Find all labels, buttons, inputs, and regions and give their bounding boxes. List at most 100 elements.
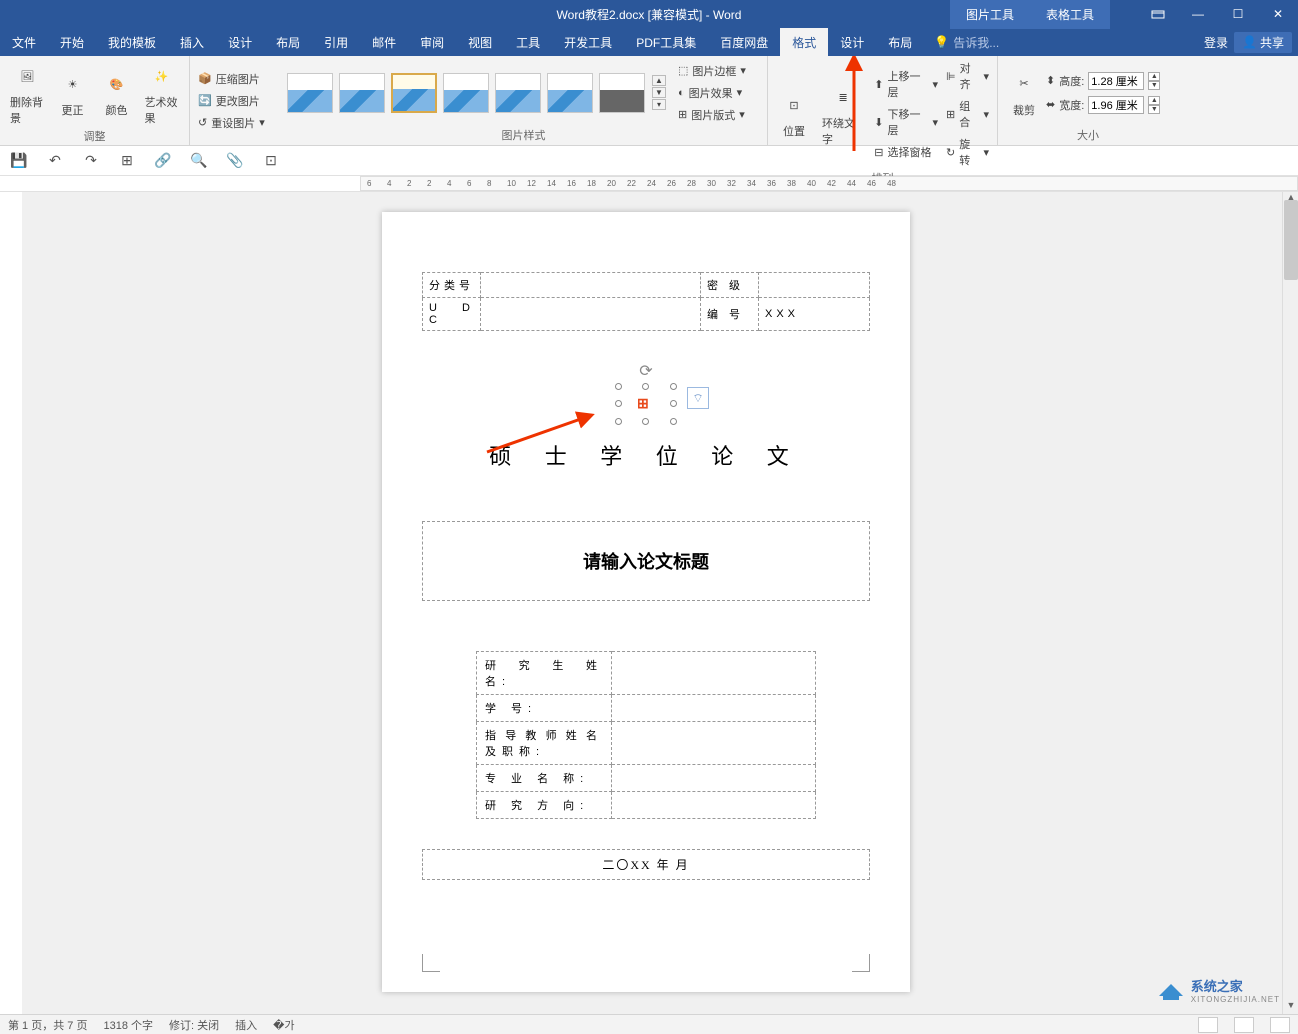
word-count[interactable]: 1318 个字: [103, 1017, 153, 1033]
info-id[interactable]: 学 号:: [477, 695, 612, 722]
view-print[interactable]: [1234, 1017, 1254, 1033]
width-down[interactable]: ▼: [1148, 105, 1160, 114]
rotate-button[interactable]: ↻ 旋转 ▾: [942, 134, 993, 170]
tab-pdf[interactable]: PDF工具集: [624, 28, 708, 56]
reset-picture-button[interactable]: ↺ 重设图片 ▾: [194, 113, 269, 133]
tab-file[interactable]: 文件: [0, 28, 48, 56]
resize-handle[interactable]: [642, 418, 649, 425]
info-major-val[interactable]: [612, 765, 816, 792]
selection-pane-button[interactable]: ⊟ 选择窗格: [870, 142, 942, 162]
tab-layout2[interactable]: 布局: [876, 28, 924, 56]
info-name[interactable]: 研 究 生 姓 名:: [477, 652, 612, 695]
date-line[interactable]: 二〇XX 年 月: [422, 849, 870, 880]
scroll-down-arrow[interactable]: ▼: [1284, 1000, 1298, 1014]
cell-number-value[interactable]: XXX: [759, 298, 870, 331]
layout-options-icon[interactable]: ⌔: [687, 387, 709, 409]
qat-btn-7[interactable]: 📎: [226, 152, 244, 170]
tab-mytemplate[interactable]: 我的模板: [96, 28, 168, 56]
corrections-button[interactable]: ☀更正: [51, 66, 95, 120]
minimize-button[interactable]: —: [1178, 0, 1218, 28]
styles-more-button[interactable]: ▾: [652, 99, 666, 110]
resize-handle[interactable]: [615, 400, 622, 407]
height-up[interactable]: ▲: [1148, 72, 1160, 81]
picture-style-1[interactable]: [287, 73, 333, 113]
info-major[interactable]: 专 业 名 称:: [477, 765, 612, 792]
artistic-effects-button[interactable]: ✨艺术效果: [139, 58, 186, 128]
login-link[interactable]: 登录: [1204, 34, 1228, 51]
view-readmode[interactable]: [1198, 1017, 1218, 1033]
align-button[interactable]: ⊫ 对齐 ▾: [942, 58, 993, 94]
info-name-val[interactable]: [612, 652, 816, 695]
resize-handle[interactable]: [642, 383, 649, 390]
horizontal-ruler[interactable]: 6422468101214161820222426283032343638404…: [0, 176, 1298, 192]
close-button[interactable]: ✕: [1258, 0, 1298, 28]
thesis-subtitle-box[interactable]: 请输入论文标题: [422, 521, 870, 601]
save-button[interactable]: 💾: [10, 152, 28, 170]
qat-btn-5[interactable]: 🔗: [154, 152, 172, 170]
cell-classify[interactable]: 分类号: [423, 273, 481, 298]
picture-style-5[interactable]: [495, 73, 541, 113]
picture-tools-tab[interactable]: 图片工具: [950, 0, 1030, 29]
selected-picture[interactable]: ⟳ ⊞ ⌔: [611, 361, 681, 421]
tab-references[interactable]: 引用: [312, 28, 360, 56]
tell-me-search[interactable]: 💡 告诉我...: [924, 28, 1009, 56]
undo-button[interactable]: ↶: [46, 152, 64, 170]
picture-layout-button[interactable]: ⊞ 图片版式 ▾: [674, 105, 750, 125]
picture-border-button[interactable]: ⬚ 图片边框 ▾: [674, 61, 750, 81]
picture-style-6[interactable]: [547, 73, 593, 113]
cell-number[interactable]: 编 号: [701, 298, 759, 331]
ribbon-options-button[interactable]: [1138, 0, 1178, 28]
height-down[interactable]: ▼: [1148, 81, 1160, 90]
qat-btn-4[interactable]: ⊞: [118, 152, 136, 170]
view-web[interactable]: [1270, 1017, 1290, 1033]
rotate-handle-icon[interactable]: ⟳: [637, 361, 655, 379]
width-up[interactable]: ▲: [1148, 96, 1160, 105]
styles-scroll-down[interactable]: ▼: [652, 87, 666, 98]
crop-button[interactable]: ✂裁剪: [1002, 66, 1046, 120]
color-button[interactable]: 🎨颜色: [95, 66, 139, 120]
tab-mailings[interactable]: 邮件: [360, 28, 408, 56]
picture-style-3[interactable]: [391, 73, 437, 113]
group-button[interactable]: ⊞ 组合 ▾: [942, 96, 993, 132]
width-input[interactable]: [1088, 96, 1144, 114]
cell-udc-value[interactable]: [481, 298, 701, 331]
thesis-heading[interactable]: 硕 士 学 位 论 文: [422, 439, 870, 471]
remove-background-button[interactable]: 🖼删除背景: [4, 58, 51, 128]
insert-mode[interactable]: 插入: [235, 1017, 257, 1033]
tab-format[interactable]: 格式: [780, 28, 828, 56]
tab-tools[interactable]: 工具: [504, 28, 552, 56]
cell-secret[interactable]: 密 级: [701, 273, 759, 298]
tab-design[interactable]: 设计: [216, 28, 264, 56]
picture-style-2[interactable]: [339, 73, 385, 113]
track-changes-status[interactable]: 修订: 关闭: [169, 1017, 219, 1033]
compress-picture-button[interactable]: 📦 压缩图片: [194, 69, 269, 89]
tab-design2[interactable]: 设计: [828, 28, 876, 56]
position-button[interactable]: ⊡位置: [772, 87, 816, 141]
info-advisor-val[interactable]: [612, 722, 816, 765]
styles-scroll-up[interactable]: ▲: [652, 75, 666, 86]
page-status[interactable]: 第 1 页，共 7 页: [8, 1017, 87, 1033]
resize-handle[interactable]: [615, 418, 622, 425]
tab-review[interactable]: 审阅: [408, 28, 456, 56]
qat-btn-6[interactable]: 🔍: [190, 152, 208, 170]
tab-developer[interactable]: 开发工具: [552, 28, 624, 56]
info-direction-val[interactable]: [612, 792, 816, 819]
change-picture-button[interactable]: 🔄 更改图片: [194, 91, 269, 111]
cell-secret-value[interactable]: [759, 273, 870, 298]
tab-insert[interactable]: 插入: [168, 28, 216, 56]
resize-handle[interactable]: [670, 383, 677, 390]
maximize-button[interactable]: ☐: [1218, 0, 1258, 28]
vertical-scrollbar[interactable]: ▲ ▼: [1282, 192, 1298, 1014]
resize-handle[interactable]: [670, 418, 677, 425]
send-backward-button[interactable]: ⬇ 下移一层 ▾: [870, 104, 942, 140]
picture-style-4[interactable]: [443, 73, 489, 113]
wrap-text-button[interactable]: ≣环绕文字: [816, 79, 870, 149]
cell-classify-value[interactable]: [481, 273, 701, 298]
redo-button[interactable]: ↷: [82, 152, 100, 170]
info-id-val[interactable]: [612, 695, 816, 722]
tab-baidu[interactable]: 百度网盘: [708, 28, 780, 56]
resize-handle[interactable]: [615, 383, 622, 390]
qat-btn-8[interactable]: ⊡: [262, 152, 280, 170]
tab-view[interactable]: 视图: [456, 28, 504, 56]
document-area[interactable]: 4224681012141618202224262830323436384042…: [22, 192, 1298, 1014]
